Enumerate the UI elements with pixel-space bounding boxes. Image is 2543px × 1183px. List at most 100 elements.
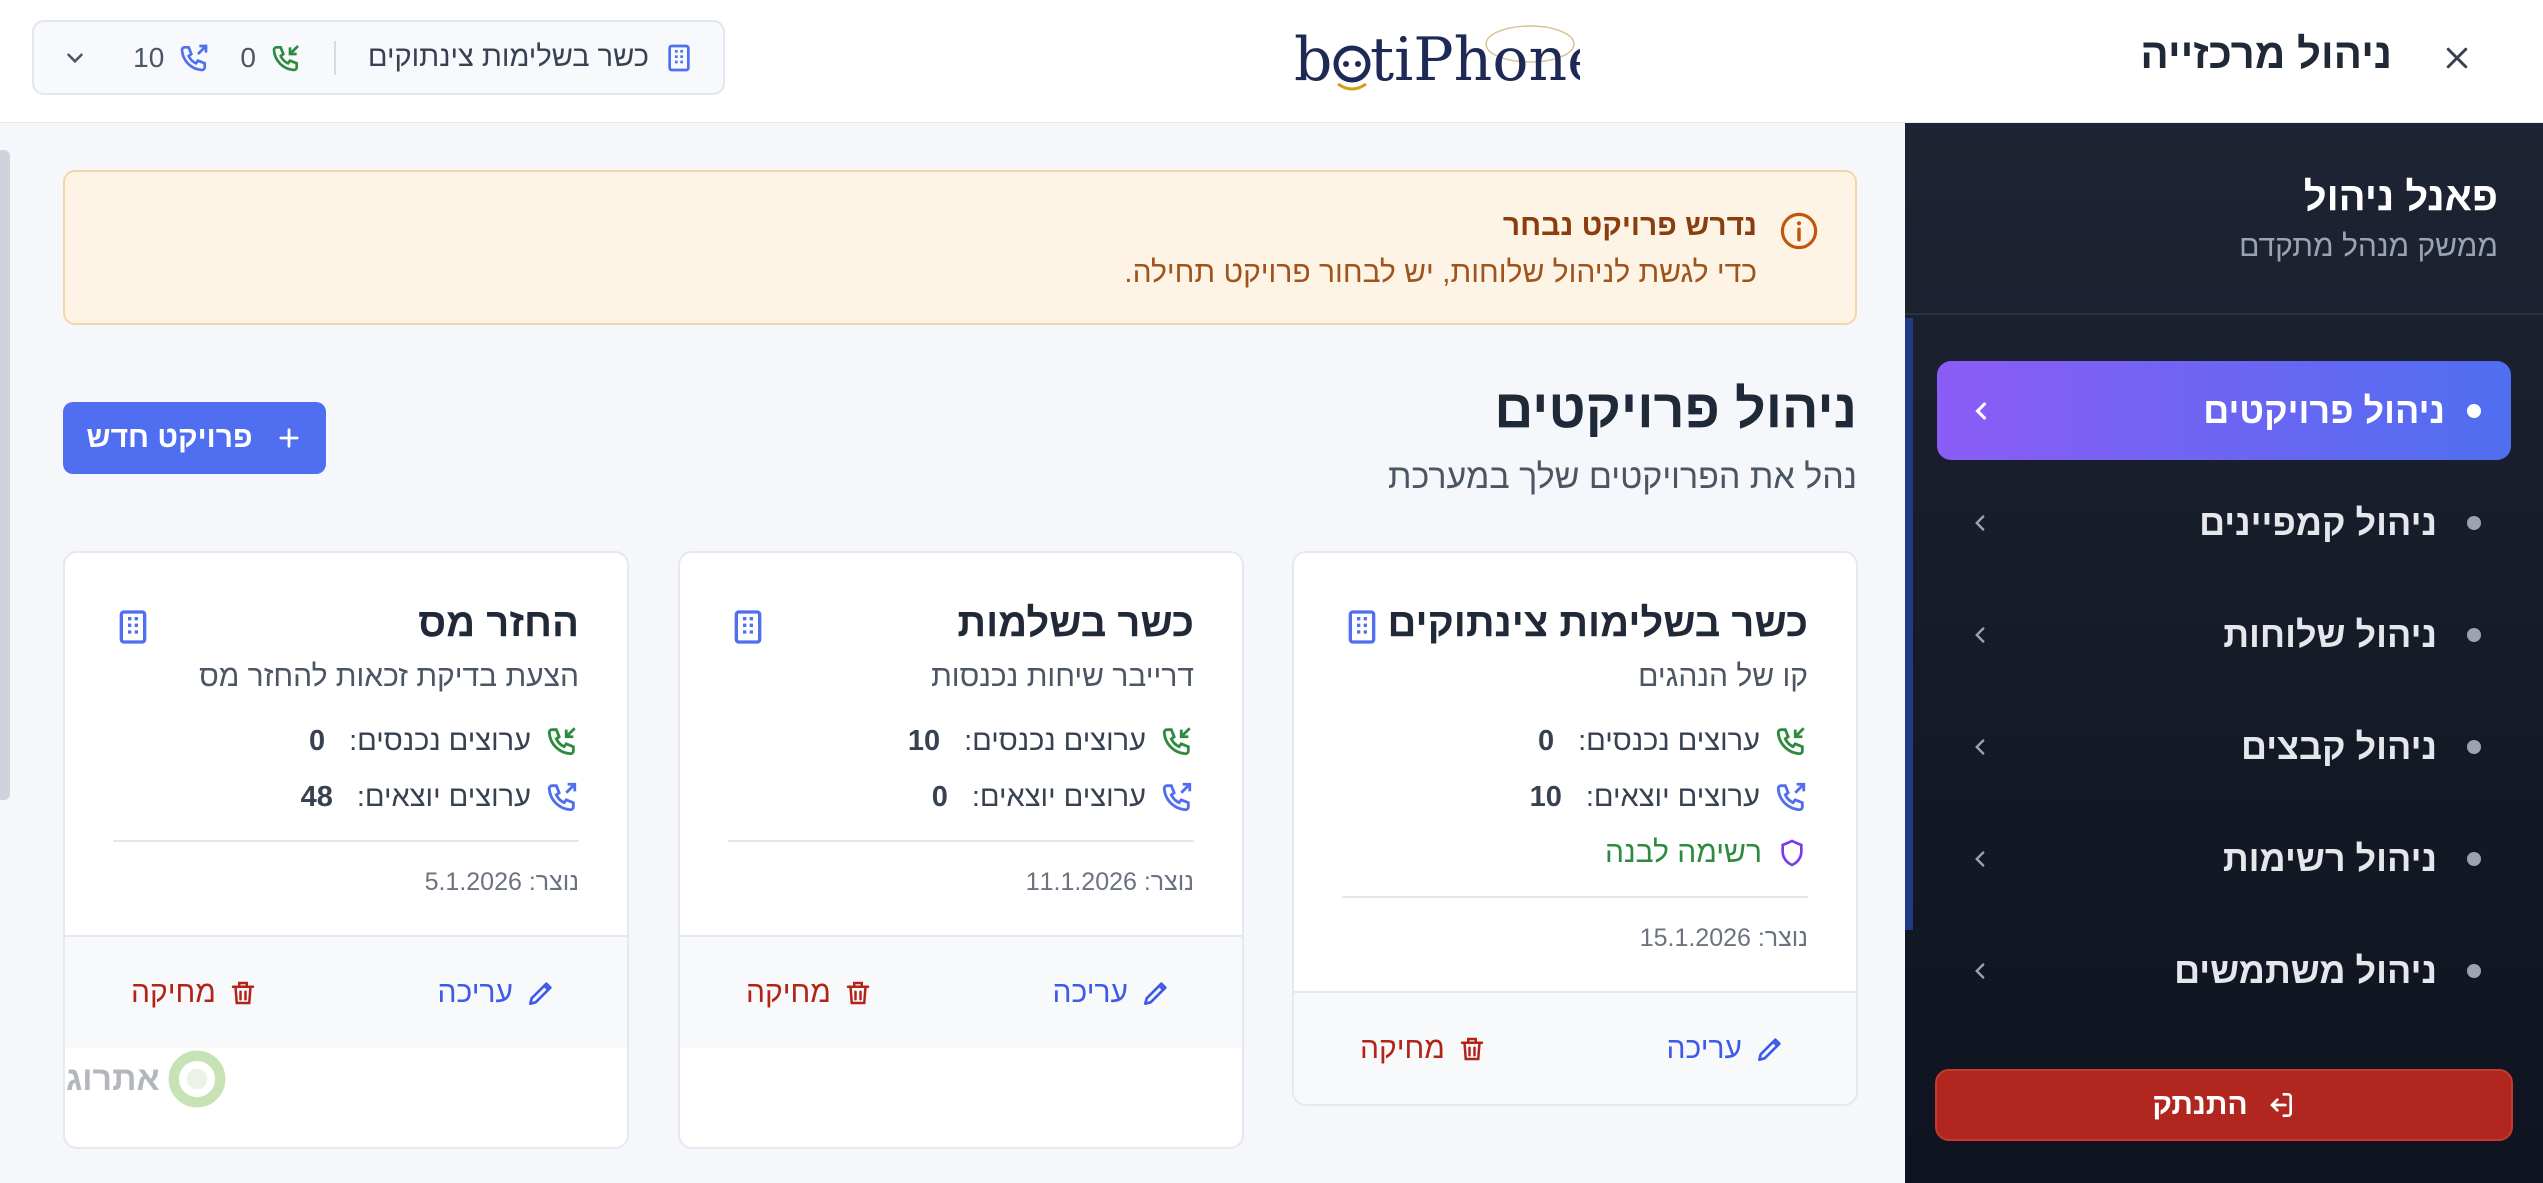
edit-button[interactable]: עריכה [1667, 1032, 1786, 1066]
project-name: כשר בשלימות צינתוקים [1387, 601, 1808, 645]
new-project-button[interactable]: פרויקט חדש [63, 402, 326, 474]
logout-icon [2269, 1093, 2292, 1117]
bullet-dot [2467, 515, 2481, 530]
card-actions: מחיקה עריכה [680, 935, 1242, 1048]
sidebar-header: פאנל ניהול ממשק מנהל מתקדם [2239, 175, 2498, 264]
delete-label: מחיקה [131, 975, 216, 1009]
active-dot [2467, 403, 2481, 418]
incoming-call-icon [1776, 727, 1805, 756]
incoming-call-icon [1162, 727, 1191, 756]
trash-icon [846, 981, 870, 1004]
bullet-dot [2467, 963, 2481, 978]
sidebar-item-label: ניהול רשימות [2222, 837, 2437, 879]
trash-icon [1460, 1037, 1484, 1060]
incoming-label: ערוצים נכנסים: [1578, 724, 1760, 757]
incoming-channels: ערוצים נכנסים: 0 [113, 724, 579, 758]
sidebar-item-projects[interactable]: ניהול פרויקטים [1937, 361, 2511, 460]
edit-label: עריכה [437, 975, 513, 1009]
sidebar-scrollbar[interactable] [1905, 318, 1913, 930]
delete-button[interactable]: מחיקה [1360, 1032, 1487, 1066]
divider [333, 40, 336, 75]
chevron-left-icon [1975, 514, 1985, 531]
sidebar-item-label: ניהול קמפיינים [2199, 501, 2437, 543]
outgoing-count: 10 [133, 41, 165, 73]
top-bar: ניהול מרכזייה b tiPhone כשר בשלימות צינת… [0, 0, 2543, 123]
logout-button[interactable]: התנתק [1935, 1069, 2513, 1141]
pencil-icon [1144, 981, 1167, 1005]
alert-title: נדרש פרויקט נבחר [1502, 209, 1757, 242]
outgoing-channels: ערוצים יוצאים: 0 [728, 780, 1194, 814]
sidebar-item-campaigns[interactable]: ניהול קמפיינים [1937, 473, 2511, 572]
whitelist-badge: רשימה לבנה [1342, 836, 1808, 870]
incoming-value: 0 [308, 724, 326, 757]
sidebar-item-users[interactable]: ניהול משתמשים [1937, 921, 2511, 1020]
sidebar-item-label: ניהול שלוחות [2223, 613, 2437, 655]
edit-label: עריכה [1052, 975, 1128, 1009]
project-card[interactable]: כשר בשלימות צינתוקים קו של הנהגים ערוצים… [1292, 551, 1858, 1106]
card-actions: מחיקה עריכה [1294, 991, 1856, 1104]
pencil-icon [1758, 1037, 1781, 1061]
watermark-circle-icon [168, 1050, 226, 1108]
project-name: החזר מס [418, 601, 579, 645]
chevron-left-icon [1975, 962, 1985, 979]
delete-button[interactable]: מחיקה [131, 976, 258, 1010]
selected-project-name: כשר בשלימות צינתוקים [367, 41, 649, 73]
incoming-value: 0 [1537, 724, 1555, 757]
whitelist-label: רשימה לבנה [1604, 836, 1762, 869]
info-icon [1780, 212, 1818, 250]
watermark-text: אתרוג [66, 1059, 160, 1098]
sidebar-item-label: ניהול פרויקטים [2203, 389, 2445, 431]
project-selector[interactable]: כשר בשלימות צינתוקים 0 10 [32, 20, 725, 95]
main-scrollbar[interactable] [0, 150, 10, 800]
building-icon [668, 44, 690, 71]
outgoing-label: ערוצים יוצאים: [971, 780, 1146, 813]
page-title: ניהול פרויקטים [1494, 379, 1857, 439]
page-subtitle: נהל את הפרויקטים שלך במערכת [1388, 458, 1857, 496]
sidebar: פאנל ניהול ממשק מנהל מתקדם ניהול פרויקטי… [1905, 123, 2543, 1183]
sidebar-subtitle: ממשק מנהל מתקדם [2239, 230, 2498, 263]
close-button[interactable] [2435, 36, 2479, 80]
edit-button[interactable]: עריכה [438, 976, 557, 1010]
warning-alert: נדרש פרויקט נבחר כדי לגשת לניהול שלוחות,… [63, 170, 1857, 325]
logout-label: התנתק [2152, 1088, 2248, 1121]
bullet-dot [2467, 627, 2481, 642]
building-icon [734, 610, 762, 644]
incoming-label: ערוצים נכנסים: [964, 724, 1146, 757]
incoming-label: ערוצים נכנסים: [349, 724, 531, 757]
created-date: נוצר: 11.1.2026 [1025, 868, 1194, 896]
divider [1905, 313, 2543, 315]
bullet-dot [2467, 851, 2481, 866]
building-icon [119, 610, 147, 644]
outgoing-label: ערוצים יוצאים: [356, 780, 531, 813]
project-description: הצעת בדיקת זכאות להחזר מס [199, 660, 579, 693]
bullet-dot [2467, 739, 2481, 754]
sidebar-item-lists[interactable]: ניהול רשימות [1937, 809, 2511, 908]
building-icon [1348, 610, 1376, 644]
sidebar-item-label: ניהול קבצים [2240, 725, 2437, 767]
botiphone-logo: b tiPhone [1294, 25, 1580, 95]
plus-icon [279, 428, 299, 448]
incoming-call-icon [547, 727, 576, 756]
sidebar-item-label: ניהול משתמשים [2174, 949, 2437, 991]
shield-icon [1781, 839, 1803, 867]
watermark-logo: אתרוג [66, 1048, 228, 1110]
new-project-label: פרויקט חדש [86, 421, 253, 454]
outgoing-call-icon [1162, 782, 1192, 812]
edit-button[interactable]: עריכה [1053, 976, 1172, 1010]
close-icon [2446, 47, 2468, 69]
delete-label: מחיקה [746, 975, 831, 1009]
delete-button[interactable]: מחיקה [746, 976, 873, 1010]
outgoing-value: 48 [300, 780, 333, 813]
incoming-channels: ערוצים נכנסים: 0 [1342, 724, 1808, 758]
pencil-icon [529, 981, 552, 1005]
svg-text:b: b [1294, 25, 1332, 95]
outgoing-value: 10 [1529, 780, 1562, 813]
alert-message: כדי לגשת לניהול שלוחות, יש לבחור פרויקט … [1124, 256, 1757, 289]
project-card[interactable]: כשר בשלמות דרייבר שיחות נכנסות ערוצים נכ… [678, 551, 1244, 1149]
project-description: קו של הנהגים [1638, 660, 1808, 693]
sidebar-item-extensions[interactable]: ניהול שלוחות [1937, 585, 2511, 684]
sidebar-item-files[interactable]: ניהול קבצים [1937, 697, 2511, 796]
incoming-channels: ערוצים נכנסים: 10 [728, 724, 1194, 758]
chevron-left-icon [1975, 738, 1985, 755]
chevron-left-icon [1975, 626, 1985, 643]
